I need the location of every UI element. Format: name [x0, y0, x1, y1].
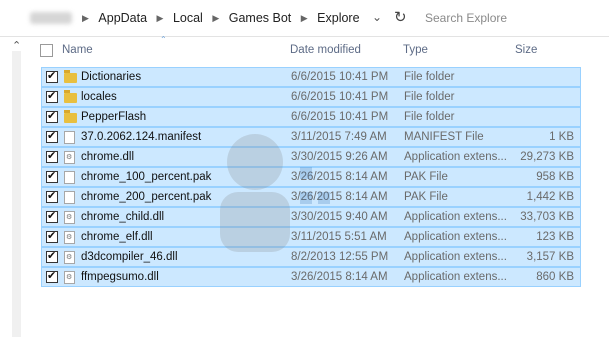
file-date-modified: 3/11/2015 5:51 AM — [291, 231, 387, 243]
file-name: Dictionaries — [81, 71, 142, 83]
breadcrumb-item-appdata[interactable]: AppData — [98, 11, 147, 25]
row-checkbox[interactable] — [46, 169, 58, 183]
row-checkbox[interactable] — [46, 209, 58, 223]
file-row[interactable]: d3dcompiler_46.dll 8/2/2013 12:55 PM Appli… — [41, 247, 581, 267]
folder-icon — [64, 90, 77, 103]
file-name: chrome_200_percent.pak — [81, 191, 212, 203]
address-bar: ▶ AppData ▶ Local ▶ Games Bot ▶ Explore … — [0, 0, 609, 37]
file-date-modified: 6/6/2015 10:41 PM — [291, 111, 389, 123]
row-checkbox[interactable] — [46, 109, 58, 123]
file-type: PAK File — [404, 171, 448, 183]
row-checkbox[interactable] — [46, 149, 58, 163]
dll-icon — [64, 231, 75, 244]
file-row[interactable]: chrome_100_percent.pak 3/26/2015 8:14 AM P… — [41, 167, 581, 187]
sort-arrow-icon: ⌃ — [160, 35, 167, 44]
file-name: 37.0.2062.124.manifest — [81, 131, 202, 143]
breadcrumb: ▶ AppData ▶ Local ▶ Games Bot ▶ Explore — [76, 11, 360, 25]
file-row[interactable]: Dictionaries 6/6/2015 10:41 PM File folder — [41, 67, 581, 87]
file-date-modified: 3/26/2015 8:14 AM — [291, 171, 388, 183]
file-size: 1,442 KB — [526, 191, 574, 203]
row-checkbox[interactable] — [46, 89, 58, 103]
file-row[interactable]: locales 6/6/2015 10:41 PM File folder — [41, 87, 581, 107]
breadcrumb-item-games-bot[interactable]: Games Bot — [229, 11, 292, 25]
file-size: 3,157 KB — [526, 251, 574, 263]
file-name: chrome_child.dll — [81, 211, 165, 223]
breadcrumb-separator-icon: ▶ — [156, 13, 164, 23]
refresh-icon[interactable]: ↻ — [394, 8, 407, 26]
column-header: ⌃ Name Date modified Type Size — [34, 35, 609, 65]
row-checkbox[interactable] — [46, 249, 58, 263]
file-name: chrome_100_percent.pak — [81, 171, 212, 183]
row-checkbox[interactable] — [46, 129, 58, 143]
column-date-modified[interactable]: Date modified — [290, 44, 361, 56]
blurred-user-crumb — [30, 12, 72, 24]
breadcrumb-item-explore[interactable]: Explore — [317, 11, 359, 25]
breadcrumb-separator-icon: ▶ — [82, 13, 89, 23]
row-checkbox[interactable] — [46, 189, 58, 203]
search-placeholder: Search Explore — [425, 11, 508, 25]
row-checkbox[interactable] — [46, 229, 58, 243]
select-all-checkbox[interactable] — [40, 44, 53, 57]
scrollbar[interactable] — [12, 51, 21, 337]
file-type: Application extens... — [404, 271, 507, 283]
file-row[interactable]: chrome_200_percent.pak 3/26/2015 8:14 AM P… — [41, 187, 581, 207]
dll-icon — [64, 251, 75, 264]
file-date-modified: 6/6/2015 10:41 PM — [291, 91, 389, 103]
dll-icon — [64, 151, 75, 164]
breadcrumb-separator-icon: ▶ — [212, 13, 220, 23]
file-type: Application extens... — [404, 231, 507, 243]
dll-icon — [64, 211, 75, 224]
file-row[interactable]: PepperFlash 6/6/2015 10:41 PM File folder — [41, 107, 581, 127]
file-icon — [64, 191, 75, 204]
folder-icon — [64, 70, 77, 83]
file-row[interactable]: chrome_child.dll 3/30/2015 9:40 AM Applica… — [41, 207, 581, 227]
file-type: Application extens... — [404, 251, 507, 263]
file-icon — [64, 131, 75, 144]
file-type: File folder — [404, 111, 455, 123]
chevron-down-icon[interactable]: ⌄ — [372, 10, 382, 24]
file-row[interactable]: 37.0.2062.124.manifest 3/11/2015 7:49 AM M… — [41, 127, 581, 147]
file-date-modified: 8/2/2013 12:55 PM — [291, 251, 389, 263]
file-row[interactable]: chrome.dll 3/30/2015 9:26 AM Application e… — [41, 147, 581, 167]
file-type: Application extens... — [404, 151, 507, 163]
file-icon — [64, 171, 75, 184]
file-date-modified: 3/26/2015 8:14 AM — [291, 271, 388, 283]
file-size: 123 KB — [536, 231, 574, 243]
file-size: 33,703 KB — [520, 211, 574, 223]
column-size[interactable]: Size — [515, 44, 537, 56]
dll-icon — [64, 271, 75, 284]
column-name[interactable]: Name — [62, 44, 93, 56]
file-row[interactable]: chrome_elf.dll 3/11/2015 5:51 AM Applicati… — [41, 227, 581, 247]
file-name: ffmpegsumo.dll — [81, 271, 159, 283]
file-type: PAK File — [404, 191, 448, 203]
file-size: 860 KB — [536, 271, 574, 283]
breadcrumb-item-local[interactable]: Local — [173, 11, 203, 25]
file-date-modified: 6/6/2015 10:41 PM — [291, 71, 389, 83]
folder-icon — [64, 110, 77, 123]
file-type: Application extens... — [404, 211, 507, 223]
file-name: locales — [81, 91, 117, 103]
breadcrumb-separator-icon: ▶ — [300, 13, 308, 23]
column-type[interactable]: Type — [403, 44, 428, 56]
file-name: d3dcompiler_46.dll — [81, 251, 178, 263]
file-name: PepperFlash — [81, 111, 147, 123]
file-type: File folder — [404, 71, 455, 83]
file-date-modified: 3/30/2015 9:40 AM — [291, 211, 388, 223]
file-row[interactable]: ffmpegsumo.dll 3/26/2015 8:14 AM Applicati… — [41, 267, 581, 287]
row-checkbox[interactable] — [46, 69, 58, 83]
navigation-pane: ⌃ — [0, 37, 34, 337]
file-size: 29,273 KB — [520, 151, 574, 163]
file-name: chrome.dll — [81, 151, 135, 163]
file-date-modified: 3/11/2015 7:49 AM — [291, 131, 387, 143]
file-size: 958 KB — [536, 171, 574, 183]
row-checkbox[interactable] — [46, 269, 58, 283]
file-type: MANIFEST File — [404, 131, 484, 143]
search-input[interactable]: Search Explore — [418, 7, 603, 29]
file-name: chrome_elf.dll — [81, 231, 153, 243]
file-type: File folder — [404, 91, 455, 103]
file-date-modified: 3/30/2015 9:26 AM — [291, 151, 388, 163]
file-size: 1 KB — [549, 131, 574, 143]
file-date-modified: 3/26/2015 8:14 AM — [291, 191, 388, 203]
